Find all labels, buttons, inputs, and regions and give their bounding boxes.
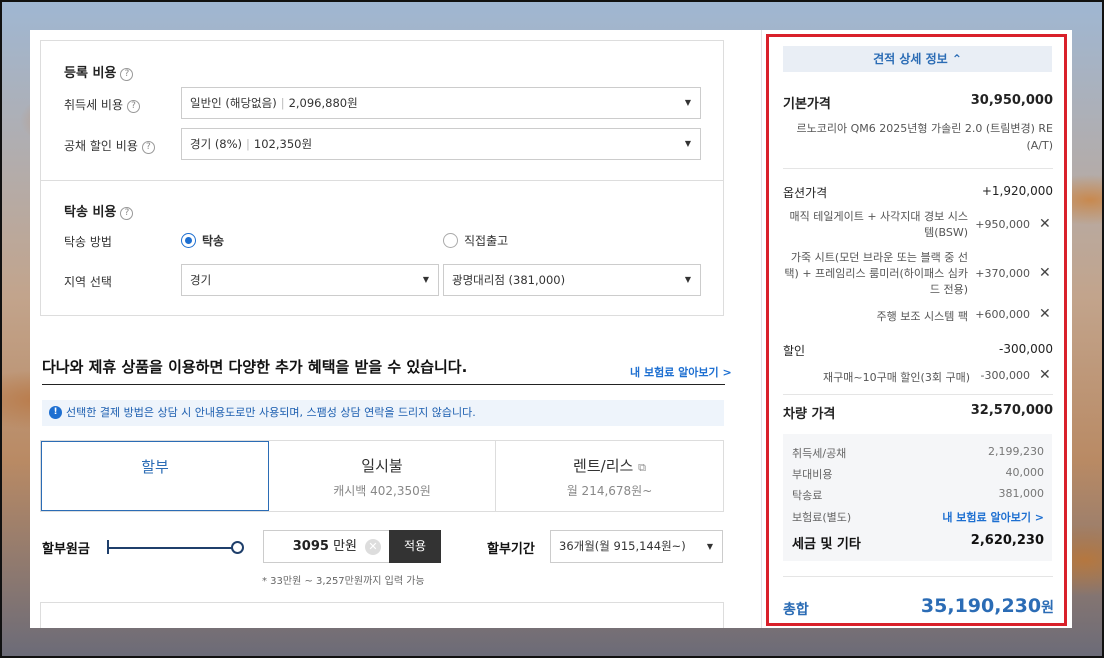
notice-banner: ! 선택한 결제 방법은 상담 시 안내용도로만 사용되며, 스팸성 상담 연락…	[42, 400, 724, 426]
help-icon[interactable]: ?	[141, 141, 155, 154]
bottom-card	[40, 602, 724, 628]
promo-text: 다나와 제휴 상품을 이용하면 다양한 추가 혜택을 받을 수 있습니다.	[42, 358, 468, 376]
highlight-box	[766, 34, 1067, 626]
period-label: 할부기간	[487, 542, 535, 557]
copy-icon: ⧉	[638, 461, 646, 474]
acq-tax-label: 취득세 비용?	[64, 96, 141, 113]
period-select[interactable]: 36개월(월 915,144원~) ▼	[550, 530, 723, 563]
dealer-select[interactable]: 광명대리점 (381,000) ▼	[443, 264, 701, 296]
clear-icon[interactable]: ✕	[365, 539, 381, 555]
radio-delivery[interactable]	[181, 233, 196, 248]
chevron-down-icon: ▼	[706, 542, 713, 551]
slider-handle[interactable]	[231, 541, 244, 554]
tab-lump-sum[interactable]: 일시불 캐시백 402,350원	[269, 441, 496, 511]
divider	[41, 180, 723, 181]
region-label: 지역 선택	[64, 275, 112, 289]
apply-button[interactable]: 적용	[389, 530, 441, 563]
bond-label: 공채 할인 비용?	[64, 137, 155, 154]
chevron-down-icon: ▼	[684, 98, 691, 107]
acq-tax-select[interactable]: 일반인 (해당없음) | 2,096,880원 ▼	[181, 87, 701, 119]
radio-direct[interactable]	[443, 233, 458, 248]
principal-input[interactable]: 3095 만원 ✕	[263, 530, 390, 563]
help-icon[interactable]: ?	[120, 207, 134, 220]
chevron-down-icon: ▼	[684, 139, 691, 148]
registration-title: 등록 비용?	[64, 62, 134, 81]
cost-card: 등록 비용? 취득세 비용? 일반인 (해당없음) | 2,096,880원 ▼ 공…	[40, 40, 724, 316]
region-select[interactable]: 경기 ▼	[181, 264, 439, 296]
help-icon[interactable]: ?	[120, 68, 134, 81]
payment-tabs: 할부 일시불 캐시백 402,350원 렌트/리스 ⧉ 월 214,678원~	[40, 440, 724, 512]
principal-slider[interactable]	[108, 547, 236, 549]
principal-label: 할부원금	[42, 542, 90, 557]
info-icon: !	[49, 406, 62, 419]
principal-hint: * 33만원 ~ 3,257만원까지 입력 가능	[262, 576, 425, 587]
tab-installment[interactable]: 할부	[41, 441, 269, 511]
insurance-link[interactable]: 내 보험료 알아보기 >	[630, 364, 732, 380]
delivery-title: 탁송 비용?	[64, 201, 134, 220]
tab-rent-lease[interactable]: 렌트/리스 ⧉ 월 214,678원~	[496, 441, 723, 511]
chevron-down-icon: ▼	[422, 275, 429, 284]
radio-direct-label[interactable]: 직접출고	[464, 232, 508, 249]
main-panel: 등록 비용? 취득세 비용? 일반인 (해당없음) | 2,096,880원 ▼ 공…	[30, 30, 761, 628]
chevron-down-icon: ▼	[684, 275, 691, 284]
delivery-method-label: 탁송 방법	[64, 235, 112, 249]
bond-select[interactable]: 경기 (8%) | 102,350원 ▼	[181, 128, 701, 160]
radio-delivery-label[interactable]: 탁송	[202, 232, 224, 249]
promo-divider	[42, 384, 725, 385]
help-icon[interactable]: ?	[127, 100, 141, 113]
